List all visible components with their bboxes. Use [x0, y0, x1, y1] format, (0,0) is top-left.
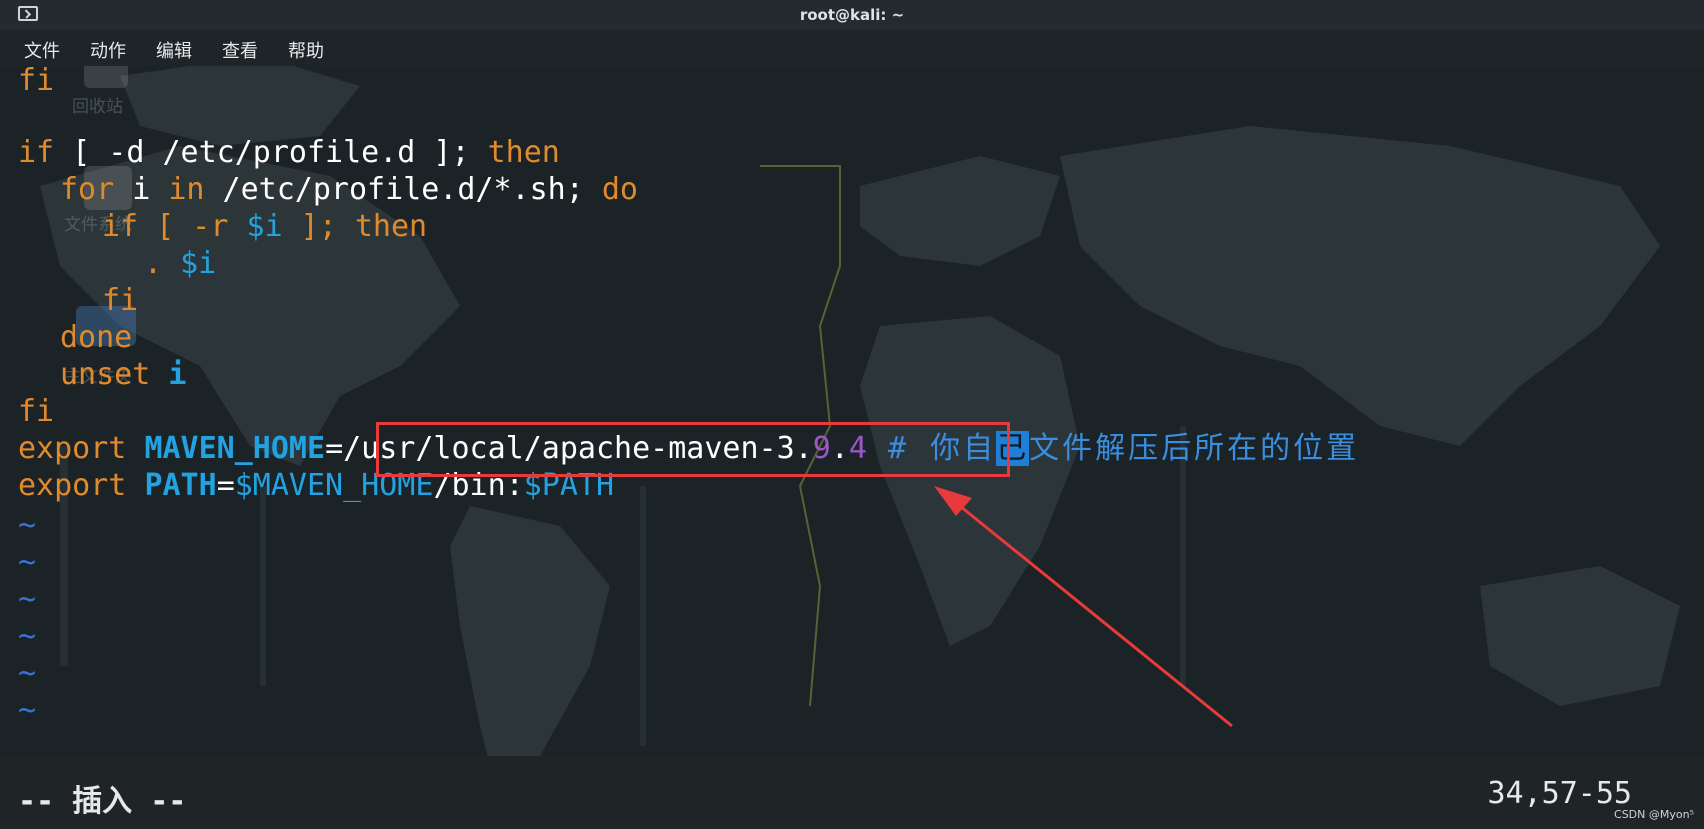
- menu-view[interactable]: 查看: [222, 37, 258, 63]
- terminal-window: root@kali: ~ 文件 动作 编辑 查看 帮助 回收站 文件系统 主文件…: [0, 0, 1704, 829]
- menu-file[interactable]: 文件: [24, 37, 60, 63]
- title-bar: root@kali: ~: [0, 0, 1704, 30]
- watermark: CSDN @Myon⁵: [1614, 808, 1694, 821]
- menu-help[interactable]: 帮助: [288, 37, 324, 63]
- window-title: root@kali: ~: [799, 6, 905, 24]
- mode-indicator: -- 插入 --: [18, 784, 187, 819]
- menu-edit[interactable]: 编辑: [156, 37, 192, 63]
- menu-action[interactable]: 动作: [90, 37, 126, 63]
- annotation-arrow: [934, 486, 1233, 728]
- cursor-position: 34,57-55: [1487, 776, 1633, 811]
- vim-status-bar: -- 插入 -- 34,57-55 CSDN @Myon⁵: [0, 756, 1704, 829]
- terminal-screen[interactable]: 回收站 文件系统 主文件夹 fi if [ -d /etc/profile.d …: [0, 66, 1704, 829]
- menu-bar: 文件 动作 编辑 查看 帮助: [0, 30, 1704, 66]
